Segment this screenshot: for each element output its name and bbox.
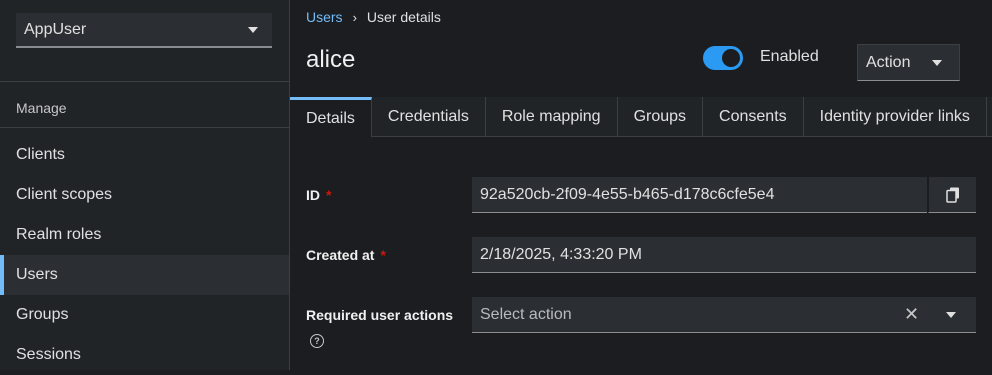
created-at-label: Created at * <box>306 247 386 263</box>
tab-details[interactable]: Details <box>290 97 372 137</box>
sidebar-item-label: Users <box>16 266 58 283</box>
tab-label: Details <box>306 109 355 127</box>
tab-label: Identity provider links <box>819 107 970 125</box>
tab-bar: Details Credentials Role mapping Groups … <box>290 97 992 137</box>
created-at-field: 2/18/2025, 4:33:20 PM <box>472 237 976 273</box>
realm-name: AppUser <box>24 20 87 38</box>
breadcrumb-current: User details <box>366 9 441 25</box>
help-icon[interactable]: ? <box>310 334 324 348</box>
tab-label: Groups <box>633 107 687 125</box>
required-marker: * <box>326 187 332 203</box>
sidebar-item-realm-roles[interactable]: Realm roles <box>0 215 289 255</box>
tab-groups[interactable]: Groups <box>618 97 704 136</box>
copy-icon <box>945 187 959 203</box>
sidebar-divider <box>0 127 289 128</box>
chevron-down-icon <box>932 59 942 66</box>
select-placeholder: Select action <box>480 305 572 323</box>
tab-consents[interactable]: Consents <box>703 97 804 136</box>
tab-label: Consents <box>719 107 787 125</box>
tab-role-mapping[interactable]: Role mapping <box>486 97 618 136</box>
tab-label: Credentials <box>387 107 469 125</box>
copy-button[interactable] <box>928 177 976 213</box>
page-title: alice <box>306 46 356 73</box>
chevron-down-icon <box>248 26 258 33</box>
sidebar-item-sessions[interactable]: Sessions <box>0 335 289 375</box>
action-label: Action <box>866 53 911 71</box>
id-label-text: ID <box>306 187 320 203</box>
sidebar: AppUser Manage Clients Client scopes Rea… <box>0 0 290 370</box>
breadcrumb-users-link[interactable]: Users <box>306 9 343 25</box>
tab-identity-provider-links[interactable]: Identity provider links <box>804 97 987 136</box>
required-marker: * <box>380 247 386 263</box>
sidebar-item-groups[interactable]: Groups <box>0 295 289 335</box>
id-value: 92a520cb-2f09-4e55-b465-d178c6cfe5e4 <box>480 185 775 203</box>
clear-icon[interactable]: ✕ <box>904 305 919 323</box>
id-field[interactable]: 92a520cb-2f09-4e55-b465-d178c6cfe5e4 <box>472 177 927 213</box>
enabled-label: Enabled <box>760 48 819 65</box>
id-label: ID * <box>306 187 331 203</box>
nav-section-title: Manage <box>16 100 67 116</box>
tab-label: Role mapping <box>501 107 601 125</box>
required-actions-select[interactable]: Select action <box>472 297 976 333</box>
sidebar-item-label: Sessions <box>16 346 81 363</box>
tab-credentials[interactable]: Credentials <box>372 97 486 136</box>
enabled-toggle[interactable] <box>703 46 743 70</box>
action-dropdown-button[interactable]: Action <box>857 44 960 81</box>
toggle-knob <box>722 49 740 67</box>
sidebar-item-label: Realm roles <box>16 226 102 243</box>
realm-selector[interactable]: AppUser <box>16 13 272 48</box>
chevron-down-icon[interactable] <box>946 312 956 318</box>
sidebar-item-clients[interactable]: Clients <box>0 135 289 175</box>
sidebar-item-label: Client scopes <box>16 186 113 203</box>
sidebar-item-label: Clients <box>16 146 65 163</box>
created-at-label-text: Created at <box>306 247 375 263</box>
breadcrumb: Users › User details <box>306 9 441 25</box>
required-actions-label: Required user actions <box>306 307 454 323</box>
breadcrumb-separator-icon: › <box>352 9 357 25</box>
sidebar-item-label: Groups <box>16 306 69 323</box>
created-at-value: 2/18/2025, 4:33:20 PM <box>480 245 642 263</box>
sidebar-item-users[interactable]: Users <box>0 255 289 295</box>
sidebar-item-client-scopes[interactable]: Client scopes <box>0 175 289 215</box>
sidebar-divider <box>0 81 289 82</box>
